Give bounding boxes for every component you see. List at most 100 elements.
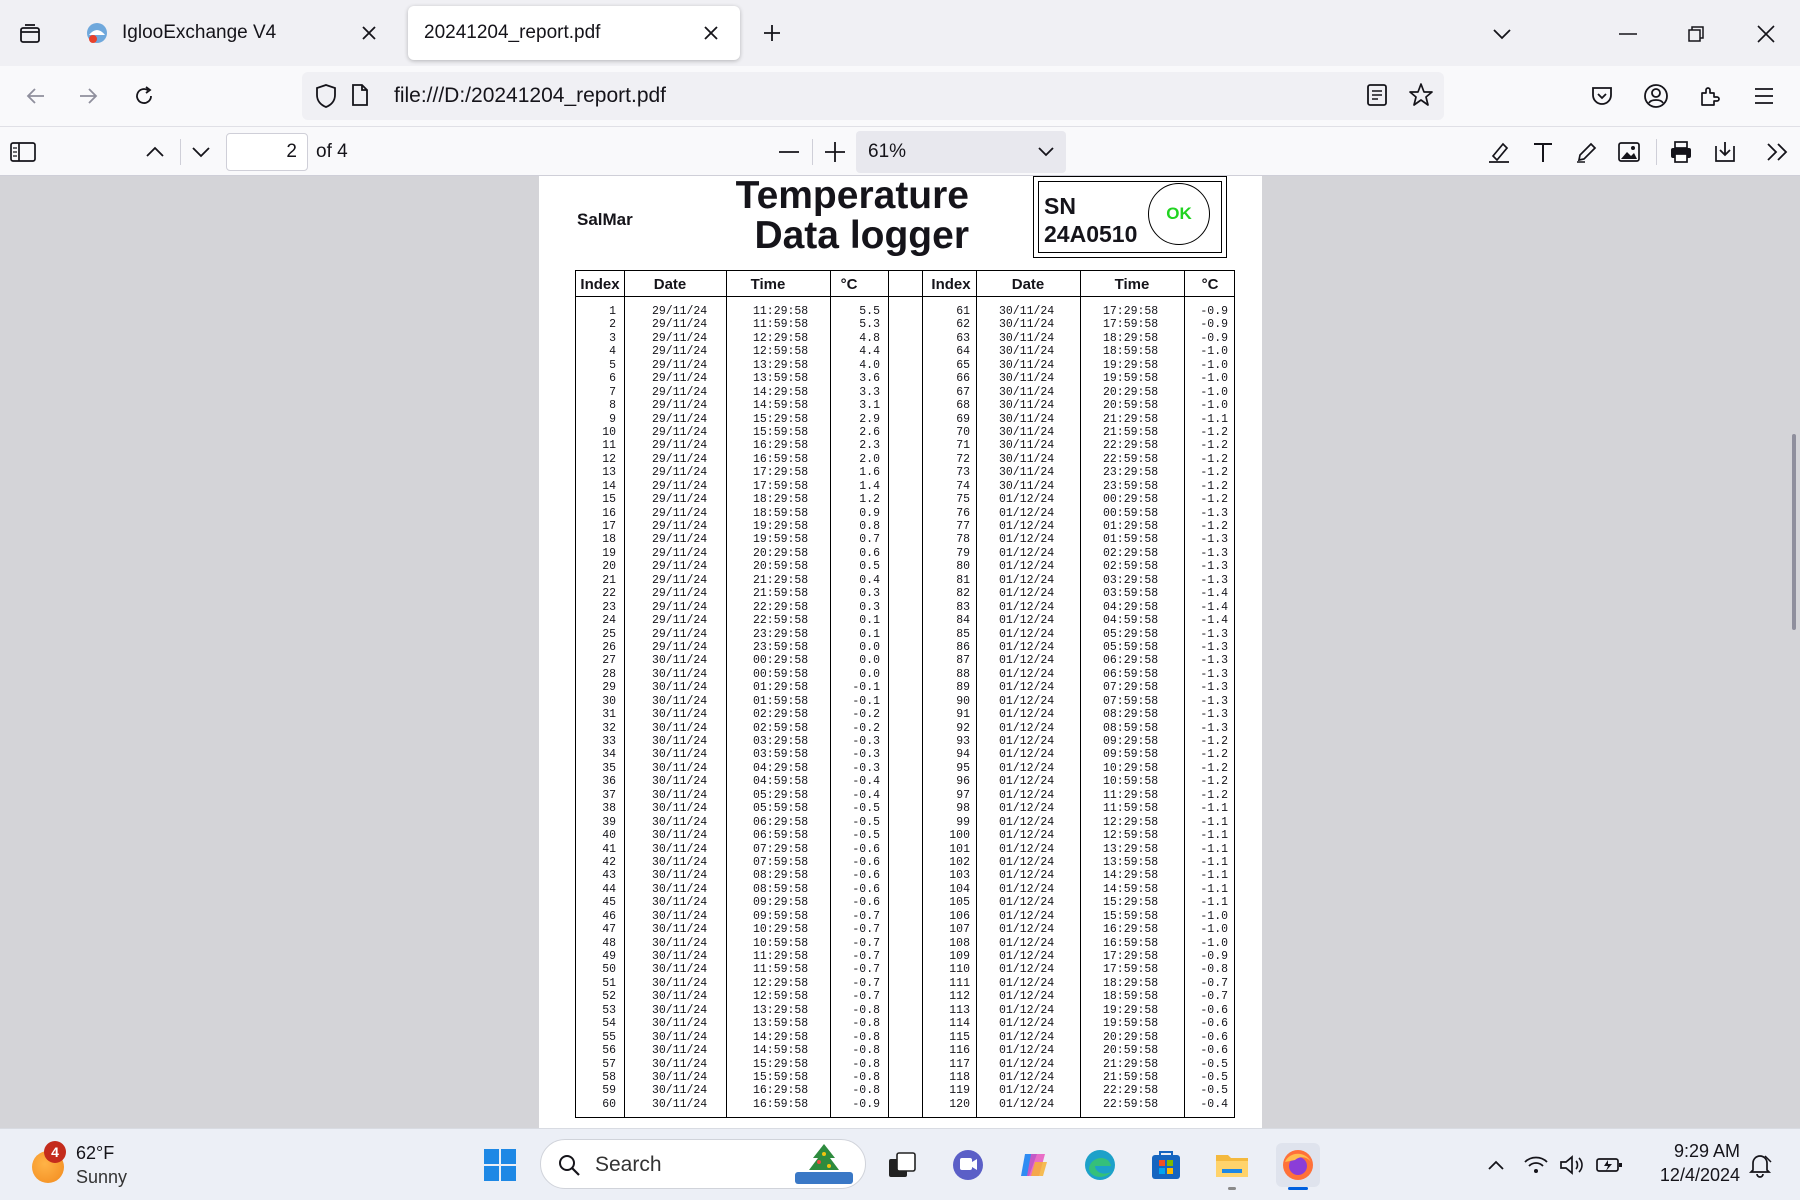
tools-menu-button[interactable] (1760, 135, 1794, 169)
vertical-scrollbar[interactable] (1792, 434, 1796, 630)
zoom-select[interactable]: 61% (856, 131, 1066, 173)
url-text[interactable]: file:///D:/20241204_report.pdf (394, 84, 666, 108)
table-cell: -1.3 (1200, 506, 1228, 520)
table-cell: 5.5 (859, 305, 880, 318)
table-cell: 30/11/24 (652, 936, 708, 950)
table-cell: 51 (602, 976, 616, 990)
draw-button[interactable] (1570, 135, 1604, 169)
notification-center-button[interactable] (1742, 1143, 1778, 1187)
app-menu-button[interactable] (1746, 78, 1782, 114)
weather-widget[interactable]: 4 62°F Sunny (28, 1139, 188, 1191)
table-cell: 106 (949, 909, 970, 923)
reader-view-icon[interactable] (1366, 83, 1388, 112)
address-bar[interactable]: file:///D:/20241204_report.pdf (302, 72, 1444, 120)
table-cell: 03:59:58 (1103, 587, 1159, 601)
system-clock[interactable]: 9:29 AM 12/4/2024 (1640, 1139, 1740, 1187)
table-cell: 03:59:58 (753, 748, 809, 762)
table-cell: 30/11/24 (652, 882, 708, 896)
table-cell: -0.2 (852, 708, 880, 722)
status-badge: OK (1148, 183, 1210, 245)
tab-iglooexchange[interactable]: IglooExchange V4 (68, 6, 398, 60)
table-cell: 01/12/24 (999, 855, 1055, 869)
tab-report-pdf[interactable]: 20241204_report.pdf (408, 6, 740, 60)
table-cell: 91 (956, 708, 970, 722)
table-cell: 01/12/24 (999, 1084, 1055, 1098)
taskbar-search-box[interactable]: Search (540, 1139, 866, 1189)
page-file-icon[interactable] (350, 83, 370, 112)
list-all-tabs-button[interactable] (14, 18, 46, 50)
chevron-down-icon (192, 147, 210, 158)
table-cell: 62 (956, 318, 970, 332)
close-tab-icon[interactable] (356, 20, 382, 46)
table-cell: -1.1 (1200, 802, 1228, 816)
table-cell: 54 (602, 1017, 616, 1031)
account-button[interactable] (1638, 78, 1674, 114)
copilot-button[interactable] (1012, 1143, 1056, 1187)
new-tab-button[interactable] (756, 17, 788, 49)
table-cell: -0.3 (852, 735, 880, 748)
table-cell: 84 (956, 614, 970, 628)
table-cell: 16:29:58 (1103, 923, 1159, 937)
bookmark-star-icon[interactable] (1408, 82, 1434, 113)
notification-bell-icon (1748, 1155, 1772, 1178)
save-button[interactable] (1708, 135, 1742, 169)
table-cell: 29/11/24 (652, 452, 708, 466)
toggle-sidebar-button[interactable] (6, 135, 40, 169)
reload-button[interactable] (126, 78, 162, 114)
tab-overflow-chevron-button[interactable] (1482, 14, 1522, 54)
edge-button[interactable] (1078, 1143, 1122, 1187)
zoom-in-button[interactable] (818, 135, 852, 169)
title-line-1: Temperature (735, 176, 969, 217)
table-cell: 17:59:58 (753, 479, 809, 493)
table-cell: 81 (956, 573, 970, 587)
start-button[interactable] (478, 1143, 522, 1187)
table-cell: 29/11/24 (652, 614, 708, 628)
network-status[interactable] (1522, 1143, 1550, 1187)
extensions-button[interactable] (1692, 78, 1728, 114)
table-cell: 23:29:58 (753, 627, 809, 641)
firefox-button[interactable] (1276, 1143, 1320, 1190)
table-cell: -0.9 (1200, 305, 1228, 318)
tab-list-icon (20, 24, 40, 43)
microsoft-store-button[interactable] (1144, 1143, 1188, 1187)
forward-button[interactable] (70, 78, 106, 114)
header-time: Time (750, 276, 786, 293)
windows-taskbar: 4 62°F Sunny Search 9:29 AM 12/4/2024 (0, 1128, 1800, 1200)
minimize-button[interactable] (1608, 14, 1648, 54)
battery-charging-icon (1596, 1158, 1622, 1172)
task-view-button[interactable] (880, 1143, 924, 1187)
table-cell: 8 (609, 399, 616, 413)
pdf-viewer[interactable]: SalMar Temperature Data logger SN 24A051… (0, 176, 1800, 1128)
back-button[interactable] (18, 78, 54, 114)
close-window-button[interactable] (1746, 14, 1786, 54)
table-cell: 109 (949, 950, 970, 963)
header-index: Index (580, 276, 620, 293)
table-cell: 22:59:58 (1103, 1097, 1159, 1111)
close-tab-icon[interactable] (698, 20, 724, 46)
zoom-out-button[interactable] (772, 135, 806, 169)
next-page-button[interactable] (184, 135, 218, 169)
file-explorer-button[interactable] (1210, 1143, 1254, 1190)
highlight-button[interactable] (1482, 135, 1516, 169)
volume-status[interactable] (1558, 1143, 1586, 1187)
text-button[interactable] (1526, 135, 1560, 169)
table-cell: 82 (956, 587, 970, 601)
show-hidden-icons-button[interactable] (1474, 1143, 1518, 1187)
previous-page-button[interactable] (138, 135, 172, 169)
table-cell: 77 (956, 520, 970, 533)
add-image-button[interactable] (1612, 135, 1646, 169)
table-cell: 29/11/24 (652, 372, 708, 386)
table-cell: 0.7 (859, 533, 880, 547)
table-cell: -1.0 (1200, 345, 1228, 359)
pocket-button[interactable] (1584, 78, 1620, 114)
tracking-protection-shield-icon[interactable] (314, 83, 338, 114)
battery-status[interactable] (1594, 1143, 1624, 1187)
task-view-icon (889, 1152, 916, 1177)
teams-button[interactable] (946, 1143, 990, 1187)
table-cell: 09:29:58 (1103, 735, 1159, 748)
restore-button[interactable] (1676, 14, 1716, 54)
table-cell: -1.1 (1200, 815, 1228, 829)
table-cell: 02:29:58 (753, 708, 809, 722)
page-number-input[interactable] (226, 133, 308, 171)
print-button[interactable] (1664, 135, 1698, 169)
